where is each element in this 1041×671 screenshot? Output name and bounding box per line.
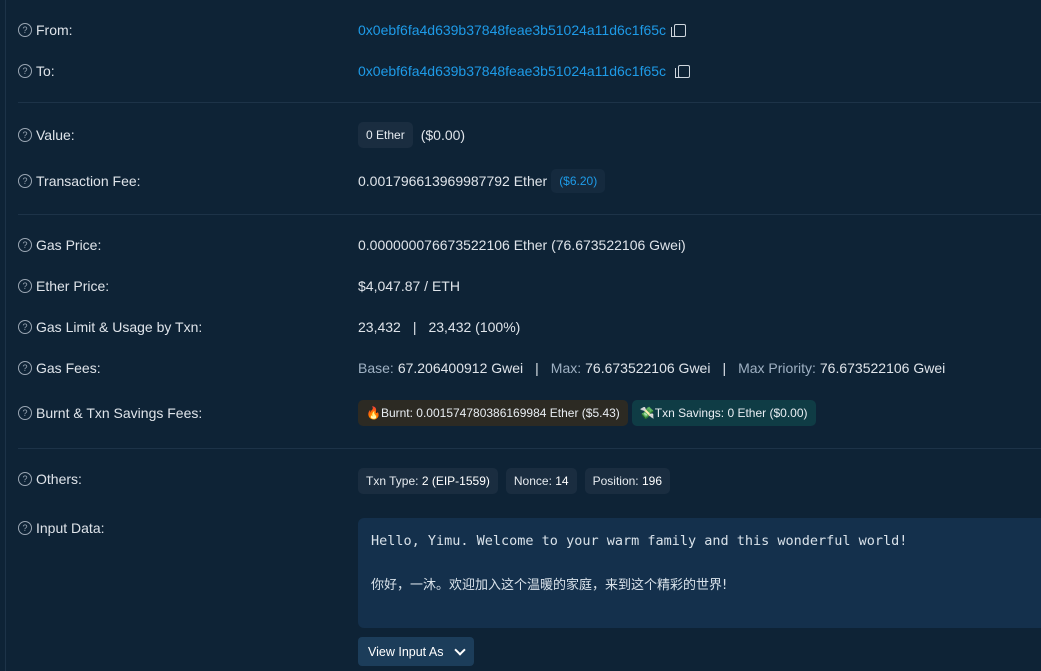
question-circle-icon[interactable]: ? xyxy=(18,64,32,78)
question-circle-icon[interactable]: ? xyxy=(18,174,32,188)
value-label-wrap: ? Value: xyxy=(18,124,75,146)
question-circle-icon[interactable]: ? xyxy=(18,320,32,334)
gas-limit: 23,432 xyxy=(358,319,401,335)
max-fee-label: Max: xyxy=(550,360,582,376)
transaction-details: ? From: 0x0ebf6fa4d639b37848feae3b51024a… xyxy=(0,0,1041,671)
max-priority-label: Max Priority: xyxy=(738,360,816,376)
gas-limit-label: Gas Limit & Usage by Txn: xyxy=(36,319,203,335)
gas-price-label: Gas Price: xyxy=(36,237,102,253)
question-circle-icon[interactable]: ? xyxy=(18,238,32,252)
base-fee-label: Base: xyxy=(358,360,394,376)
base-fee-value: 67.206400912 Gwei xyxy=(397,360,524,376)
view-input-as-label: View Input As xyxy=(368,644,444,659)
chevron-down-icon xyxy=(453,644,466,656)
from-address-link[interactable]: 0x0ebf6fa4d639b37848feae3b51024a11d6c1f6… xyxy=(358,22,666,38)
burnt-label: Burnt & Txn Savings Fees: xyxy=(36,405,203,421)
others-label: Others: xyxy=(36,471,82,487)
fee-label: Transaction Fee: xyxy=(36,173,141,189)
value-label: Value: xyxy=(36,127,75,143)
to-label: To: xyxy=(36,63,55,79)
divider xyxy=(18,448,1041,449)
input-data-line-1: Hello, Yimu. Welcome to your warm family… xyxy=(371,533,908,549)
txn-type-badge: Txn Type: 2 (EIP-1559) xyxy=(358,467,498,494)
nonce-badge: Nonce: 14 xyxy=(505,467,577,494)
burnt-value: 🔥Burnt: 0.001574780386169984 Ether ($5.4… xyxy=(358,400,816,426)
question-circle-icon[interactable]: ? xyxy=(18,406,32,420)
input-data-label: Input Data: xyxy=(36,520,105,536)
value-amount-badge: 0 Ether xyxy=(358,122,413,148)
value-usd: ($0.00) xyxy=(420,127,466,143)
gas-fees-label: Gas Fees: xyxy=(36,360,101,376)
fee-amount: 0.001796613969987792 Ether xyxy=(358,173,548,189)
gas-fees-label-wrap: ? Gas Fees: xyxy=(18,357,101,379)
question-circle-icon[interactable]: ? xyxy=(18,472,32,486)
gas-limit-label-wrap: ? Gas Limit & Usage by Txn: xyxy=(18,316,202,338)
separator: | xyxy=(535,360,539,376)
to-row: ? To: 0x0ebf6fa4d639b37848feae3b51024a11… xyxy=(18,60,1041,82)
input-data-line-2: 你好，一沐。欢迎加入这个温暖的家庭，来到这个精彩的世界! xyxy=(371,578,728,593)
fee-usd-badge: ($6.20) xyxy=(551,169,606,193)
txn-type-label: Txn Type: xyxy=(366,473,419,488)
gas-limit-row: ? Gas Limit & Usage by Txn: 23,432 | 23,… xyxy=(18,316,1041,338)
txn-savings-badge: 💸Txn Savings: 0 Ether ($0.00) xyxy=(631,400,816,426)
copy-icon[interactable] xyxy=(671,23,687,37)
gas-price-label-wrap: ? Gas Price: xyxy=(18,234,101,256)
copy-icon[interactable] xyxy=(675,64,691,78)
from-label: From: xyxy=(36,22,73,38)
question-circle-icon[interactable]: ? xyxy=(18,23,32,37)
gas-price-row: ? Gas Price: 0.000000076673522106 Ether … xyxy=(18,234,1041,256)
nonce-value: 14 xyxy=(555,473,569,488)
nonce-label: Nonce: xyxy=(513,473,552,488)
gas-fees-value: Base: 67.206400912 Gwei | Max: 76.673522… xyxy=(358,357,945,379)
question-circle-icon[interactable]: ? xyxy=(18,128,32,142)
fee-value: 0.001796613969987792 Ether ($6.20) xyxy=(358,169,606,193)
value-value: 0 Ether ($0.00) xyxy=(358,122,466,148)
burnt-badge: 🔥Burnt: 0.001574780386169984 Ether ($5.4… xyxy=(358,400,628,426)
input-data-label-wrap: ? Input Data: xyxy=(18,517,105,539)
max-fee-value: 76.673522106 Gwei xyxy=(585,360,711,376)
position-value: 196 xyxy=(641,473,663,488)
gas-fees-row: ? Gas Fees: Base: 67.206400912 Gwei | Ma… xyxy=(18,357,1041,379)
from-value: 0x0ebf6fa4d639b37848feae3b51024a11d6c1f6… xyxy=(358,19,687,41)
value-row: ? Value: 0 Ether ($0.00) xyxy=(18,122,1041,148)
fee-label-wrap: ? Transaction Fee: xyxy=(18,170,141,192)
from-row: ? From: 0x0ebf6fa4d639b37848feae3b51024a… xyxy=(18,19,1041,41)
divider xyxy=(18,102,1041,103)
gas-price-value: 0.000000076673522106 Ether (76.673522106… xyxy=(358,237,686,253)
ether-price-label: Ether Price: xyxy=(36,278,110,294)
burnt-row: ? Burnt & Txn Savings Fees: 🔥Burnt: 0.00… xyxy=(18,400,1041,426)
to-label-wrap: ? To: xyxy=(18,60,55,82)
fee-row: ? Transaction Fee: 0.001796613969987792 … xyxy=(18,169,1041,193)
ether-price-value: $4,047.87 / ETH xyxy=(358,278,460,294)
from-label-wrap: ? From: xyxy=(18,19,73,41)
question-circle-icon[interactable]: ? xyxy=(18,279,32,293)
view-input-as-button[interactable]: View Input As xyxy=(358,637,474,666)
others-row: ? Others: Txn Type: 2 (EIP-1559) Nonce: … xyxy=(18,467,1041,494)
divider xyxy=(18,214,1041,215)
separator: | xyxy=(412,319,417,335)
burnt-label-wrap: ? Burnt & Txn Savings Fees: xyxy=(18,402,202,424)
separator: | xyxy=(722,360,727,376)
input-data-textarea[interactable]: Hello, Yimu. Welcome to your warm family… xyxy=(358,518,1041,628)
others-value: Txn Type: 2 (EIP-1559) Nonce: 14 Positio… xyxy=(358,467,671,494)
ether-price-row: ? Ether Price: $4,047.87 / ETH xyxy=(18,275,1041,297)
txn-type-value: 2 (EIP-1559) xyxy=(421,473,490,488)
to-value: 0x0ebf6fa4d639b37848feae3b51024a11d6c1f6… xyxy=(358,60,691,82)
left-border xyxy=(5,0,6,671)
to-address-link[interactable]: 0x0ebf6fa4d639b37848feae3b51024a11d6c1f6… xyxy=(358,63,666,79)
position-badge: Position: 196 xyxy=(584,467,671,494)
others-label-wrap: ? Others: xyxy=(18,468,82,490)
ether-price-label-wrap: ? Ether Price: xyxy=(18,275,109,297)
question-circle-icon[interactable]: ? xyxy=(18,361,32,375)
gas-limit-value: 23,432 | 23,432 (100%) xyxy=(358,316,520,338)
gas-usage: 23,432 (100%) xyxy=(428,319,521,335)
question-circle-icon[interactable]: ? xyxy=(18,521,32,535)
max-priority-value: 76.673522106 Gwei xyxy=(819,360,946,376)
position-label: Position: xyxy=(592,473,639,488)
